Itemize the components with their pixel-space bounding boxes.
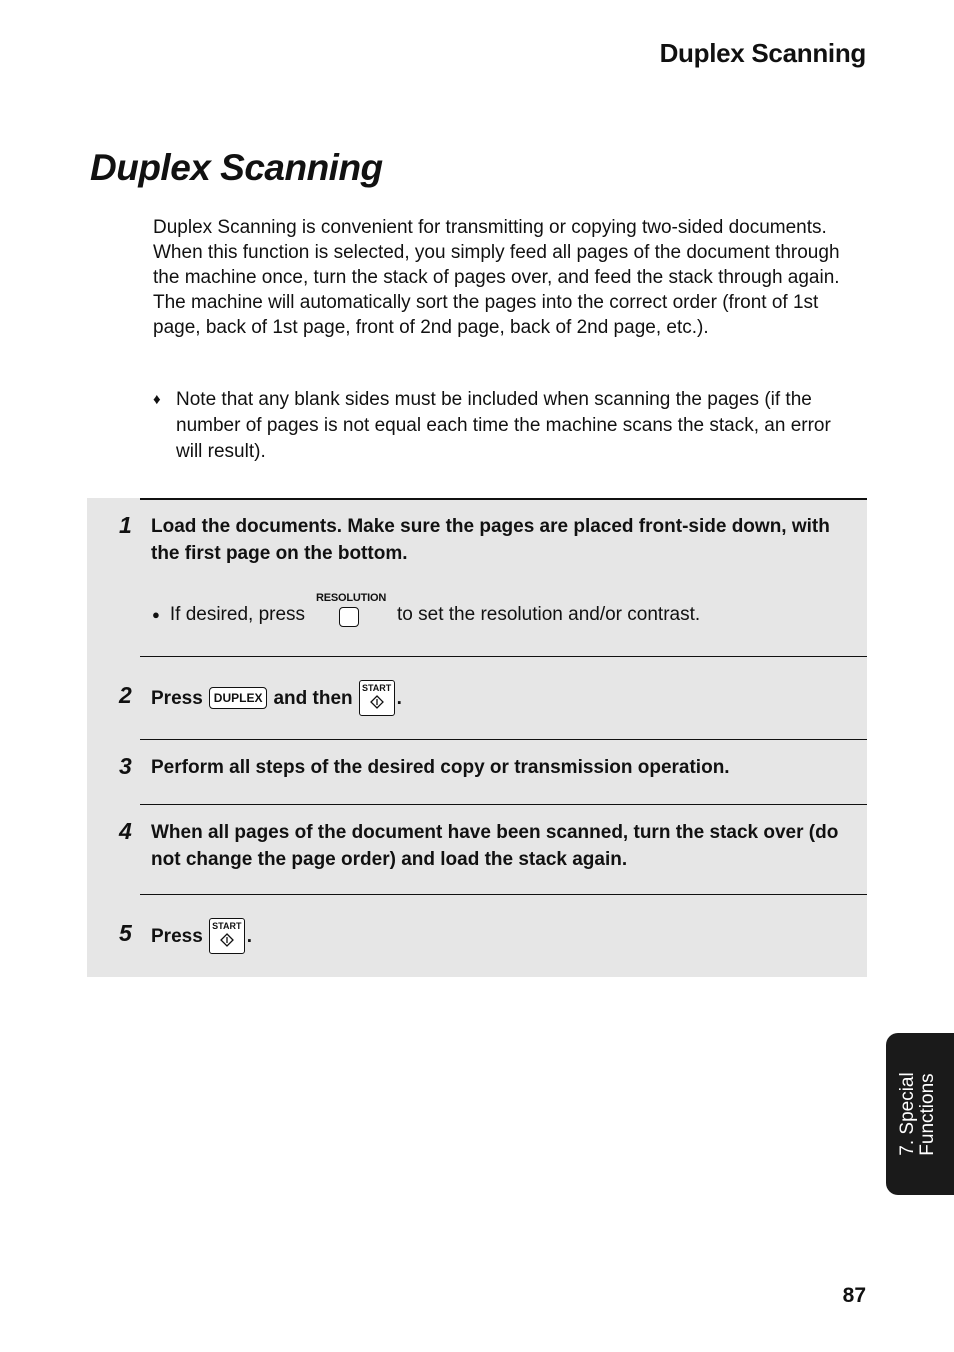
step-number: 3 xyxy=(119,753,132,779)
diamond-bullet-icon: ♦ xyxy=(153,391,161,408)
resolution-key-icon: RESOLUTION xyxy=(311,592,391,629)
duplex-key-icon: DUPLEX xyxy=(208,687,268,709)
step-number: 5 xyxy=(119,920,132,946)
divider xyxy=(140,656,867,657)
step-number: 2 xyxy=(119,682,132,708)
step-text: Load the documents. Make sure the pages … xyxy=(151,516,830,564)
step-number: 1 xyxy=(119,512,132,538)
top-rule xyxy=(140,498,867,500)
sub-bullet-before: If desired, press xyxy=(169,603,306,625)
step-1-sub-bullet: ● If desired, press RESOLUTION to set th… xyxy=(152,592,701,629)
start-key-label: START xyxy=(361,683,392,693)
and-then-text: and then xyxy=(273,687,353,709)
chapter-tab-line1: 7. Special xyxy=(897,1072,918,1156)
start-diamond-icon xyxy=(219,933,234,947)
page-number: 87 xyxy=(842,1284,866,1307)
page-title: Duplex Scanning xyxy=(90,147,383,188)
start-key-label: START xyxy=(212,921,242,931)
divider xyxy=(140,804,867,805)
period: . xyxy=(396,687,402,709)
step-text: When all pages of the document have been… xyxy=(151,822,839,870)
intro-paragraph: Duplex Scanning is convenient for transm… xyxy=(153,217,840,338)
running-header: Duplex Scanning xyxy=(659,38,867,68)
resolution-key-box xyxy=(339,607,360,627)
sub-bullet-after: to set the resolution and/or contrast. xyxy=(397,603,701,625)
note: ♦ Note that any blank sides must be incl… xyxy=(153,387,853,465)
step-number: 4 xyxy=(119,818,132,844)
note-text: Note that any blank sides must be includ… xyxy=(176,389,831,462)
bullet-dot-icon: ● xyxy=(152,606,160,622)
step-text: Press START . xyxy=(151,918,849,954)
press-text: Press xyxy=(151,687,203,709)
period: . xyxy=(246,925,253,947)
divider xyxy=(140,739,867,740)
steps-box: 1 Load the documents. Make sure the page… xyxy=(87,498,867,977)
start-diamond-icon xyxy=(369,695,384,709)
press-text: Press xyxy=(151,925,203,947)
divider xyxy=(140,894,867,895)
chapter-tab-label: 7. Special Functions xyxy=(897,1072,938,1156)
start-key-icon: START xyxy=(208,918,245,954)
step-text: Press DUPLEX and then START . xyxy=(151,680,849,716)
chapter-tab-line2: Functions xyxy=(917,1073,938,1156)
chapter-side-tab[interactable]: 7. Special Functions xyxy=(886,1033,954,1195)
step-text: Perform all steps of the desired copy or… xyxy=(151,757,730,778)
start-key-icon: START xyxy=(358,680,395,716)
